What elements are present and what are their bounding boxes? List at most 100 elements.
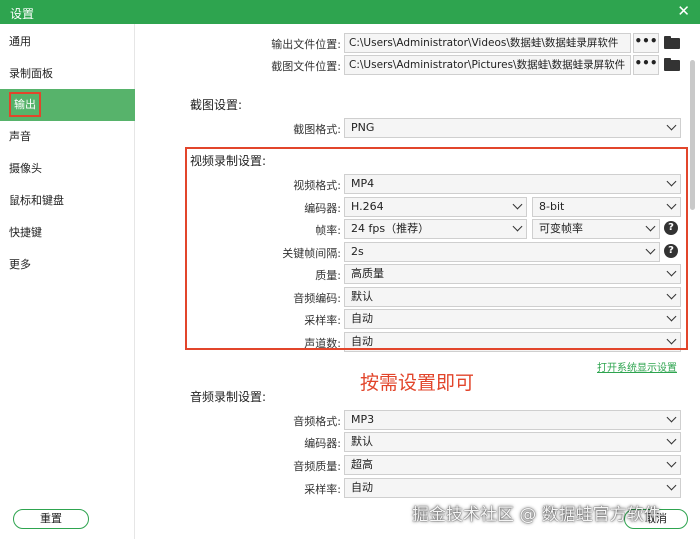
output-path-label: 输出文件位置:	[271, 38, 341, 51]
audio-quality-value: 超高	[351, 458, 373, 471]
audio-sample-rate-value: 自动	[351, 481, 373, 494]
help-icon[interactable]: ?	[664, 221, 678, 235]
video-format-select[interactable]: MP4	[344, 174, 681, 194]
audio-sample-rate-row: 采样率: 自动	[136, 478, 686, 498]
bit-depth-select[interactable]: 8-bit	[532, 197, 681, 217]
chevron-down-icon	[645, 221, 656, 232]
quality-select[interactable]: 高质量	[344, 264, 681, 284]
bit-depth-value: 8-bit	[539, 200, 565, 213]
audio-quality-select[interactable]: 超高	[344, 455, 681, 475]
video-encoder-row: 编码器: H.264 8-bit	[136, 197, 686, 217]
screenshot-format-value: PNG	[351, 121, 375, 134]
audio-quality-label: 音频质量:	[293, 460, 341, 473]
chevron-down-icon	[512, 199, 523, 210]
chevron-down-icon	[666, 289, 677, 300]
quality-label: 质量:	[315, 269, 341, 282]
chevron-down-icon	[512, 221, 523, 232]
reset-button[interactable]: 重置	[13, 509, 89, 529]
video-sample-rate-value: 自动	[351, 312, 373, 325]
sidebar-item-label: 摄像头	[9, 162, 42, 175]
sidebar-item-recording-panel[interactable]: 录制面板	[0, 58, 135, 90]
sidebar-item-label: 声音	[9, 130, 31, 143]
screenshot-format-select[interactable]: PNG	[344, 118, 681, 138]
audio-encoder-row: 编码器: 默认	[136, 432, 686, 452]
chevron-down-icon	[666, 457, 677, 468]
channels-row: 声道数: 自动	[136, 332, 686, 352]
frame-rate-mode-select[interactable]: 可变帧率	[532, 219, 660, 239]
audio-encoder-label: 编码器:	[304, 437, 341, 450]
video-encoder-select[interactable]: H.264	[344, 197, 527, 217]
video-encoder-value: H.264	[351, 200, 384, 213]
frame-rate-mode-value: 可变帧率	[539, 222, 583, 235]
watermark-text: 掘金技术社区 @ 数据蛙官方软件	[412, 505, 661, 525]
channels-label: 声道数:	[304, 337, 341, 350]
screenshot-browse-button[interactable]: •••	[633, 55, 659, 75]
screenshot-path-row: 截图文件位置: C:\Users\Administrator\Pictures\…	[136, 55, 686, 75]
quality-value: 高质量	[351, 267, 384, 280]
folder-icon[interactable]	[664, 58, 680, 71]
help-icon[interactable]: ?	[664, 244, 678, 258]
sidebar: 通用 录制面板 输出 声音 摄像头 鼠标和键盘 快捷键 更多	[0, 24, 135, 539]
scrollbar[interactable]	[690, 60, 695, 210]
open-display-settings-link[interactable]: 打开系统显示设置	[597, 359, 677, 374]
close-icon[interactable]: ✕	[677, 2, 690, 20]
sidebar-item-general[interactable]: 通用	[0, 26, 135, 58]
sidebar-item-hotkeys[interactable]: 快捷键	[0, 217, 135, 249]
audio-codec-select[interactable]: 默认	[344, 287, 681, 307]
keyframe-row: 关键帧间隔: 2s ?	[136, 242, 686, 262]
screenshot-path-field[interactable]: C:\Users\Administrator\Pictures\数据蛙\数据蛙录…	[344, 55, 631, 75]
quality-row: 质量: 高质量	[136, 264, 686, 284]
audio-format-label: 音频格式:	[293, 415, 341, 428]
channels-value: 自动	[351, 335, 373, 348]
audio-encoder-select[interactable]: 默认	[344, 432, 681, 452]
output-browse-button[interactable]: •••	[633, 33, 659, 53]
title-bar: 设置 ✕	[0, 0, 700, 24]
frame-rate-select[interactable]: 24 fps（推荐）	[344, 219, 527, 239]
frame-rate-label: 帧率:	[315, 224, 341, 237]
screenshot-path-label: 截图文件位置:	[271, 60, 341, 73]
audio-settings-title: 音频录制设置:	[190, 390, 267, 404]
chevron-down-icon	[666, 311, 677, 322]
chevron-down-icon	[645, 244, 656, 255]
sidebar-item-label: 鼠标和键盘	[9, 194, 64, 207]
video-format-value: MP4	[351, 177, 375, 190]
video-settings-title: 视频录制设置:	[190, 154, 267, 168]
settings-content: 输出文件位置: C:\Users\Administrator\Videos\数据…	[136, 24, 686, 504]
sidebar-item-sound[interactable]: 声音	[0, 121, 135, 153]
screenshot-format-row: 截图格式: PNG	[136, 118, 686, 138]
video-encoder-label: 编码器:	[304, 202, 341, 215]
sidebar-item-label: 快捷键	[9, 226, 42, 239]
sidebar-item-label: 输出	[9, 92, 41, 117]
keyframe-label: 关键帧间隔:	[282, 247, 341, 260]
sidebar-item-label: 通用	[9, 35, 31, 48]
chevron-down-icon	[666, 434, 677, 445]
keyframe-select[interactable]: 2s	[344, 242, 660, 262]
sidebar-item-camera[interactable]: 摄像头	[0, 153, 135, 185]
sidebar-item-output[interactable]: 输出	[0, 89, 135, 121]
output-path-row: 输出文件位置: C:\Users\Administrator\Videos\数据…	[136, 33, 686, 53]
chevron-down-icon	[666, 120, 677, 131]
channels-select[interactable]: 自动	[344, 332, 681, 352]
audio-encoder-value: 默认	[351, 435, 373, 448]
chevron-down-icon	[666, 199, 677, 210]
audio-format-value: MP3	[351, 413, 375, 426]
screenshot-format-label: 截图格式:	[293, 123, 341, 136]
video-format-label: 视频格式:	[293, 179, 341, 192]
frame-rate-row: 帧率: 24 fps（推荐） 可变帧率 ?	[136, 219, 686, 239]
screenshot-settings-title: 截图设置:	[190, 98, 243, 112]
folder-icon[interactable]	[664, 36, 680, 49]
audio-codec-label: 音频编码:	[293, 292, 341, 305]
audio-sample-rate-select[interactable]: 自动	[344, 478, 681, 498]
output-path-field[interactable]: C:\Users\Administrator\Videos\数据蛙\数据蛙录屏软…	[344, 33, 631, 53]
audio-format-select[interactable]: MP3	[344, 410, 681, 430]
audio-codec-value: 默认	[351, 290, 373, 303]
frame-rate-value: 24 fps（推荐）	[351, 222, 430, 235]
chevron-down-icon	[666, 266, 677, 277]
sidebar-item-mouse-keyboard[interactable]: 鼠标和键盘	[0, 185, 135, 217]
annotation-text: 按需设置即可	[360, 372, 475, 394]
sidebar-item-more[interactable]: 更多	[0, 249, 135, 281]
video-sample-rate-select[interactable]: 自动	[344, 309, 681, 329]
audio-codec-row: 音频编码: 默认	[136, 287, 686, 307]
audio-format-row: 音频格式: MP3	[136, 410, 686, 430]
chevron-down-icon	[666, 176, 677, 187]
